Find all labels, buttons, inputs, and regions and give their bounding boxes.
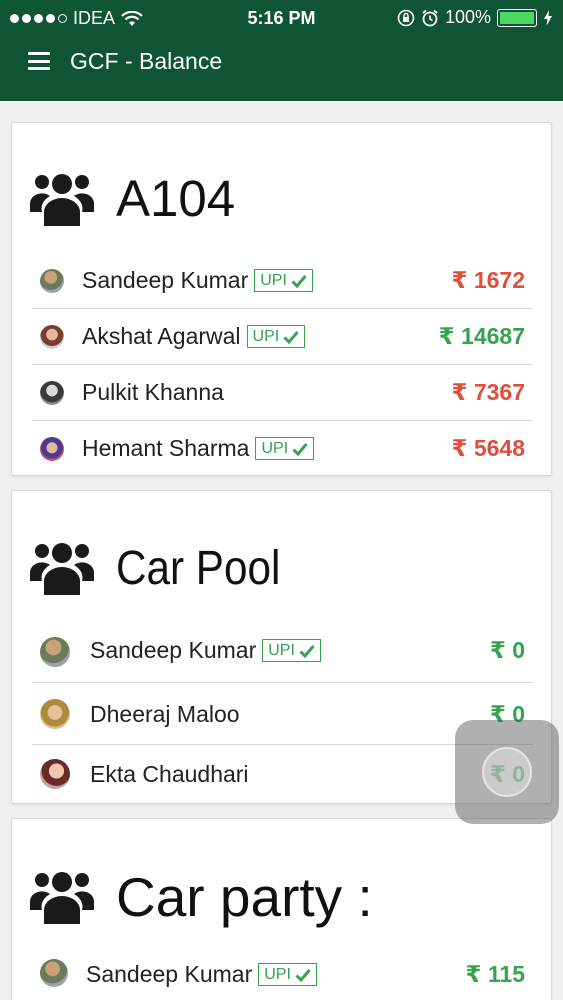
member-row[interactable]: Hemant Sharma UPI ₹ 5648 [32, 421, 533, 477]
balance-amount: ₹ 1672 [451, 267, 525, 293]
upi-verified-badge: UPI [258, 963, 317, 986]
group-title: A104 [116, 170, 236, 227]
group-people-icon [30, 543, 94, 595]
checkmark-icon [299, 645, 315, 658]
avatar [40, 381, 64, 405]
assistive-touch-button[interactable] [455, 720, 559, 824]
member-row[interactable]: Sandeep Kumar UPI ₹ 1672 [32, 253, 533, 309]
member-name: Akshat Agarwal [82, 323, 241, 349]
member-name: Ekta Chaudhari [90, 761, 249, 787]
checkmark-icon [283, 331, 299, 344]
checkmark-icon [292, 443, 308, 456]
group-card-car-party[interactable]: Car party : Sandeep Kumar UPI ₹ 115 [11, 818, 552, 1000]
balance-amount: ₹ 14687 [438, 323, 525, 349]
member-row[interactable]: Sandeep Kumar UPI ₹ 115 [32, 947, 533, 1000]
charging-icon [544, 9, 552, 26]
balance-amount: ₹ 5648 [451, 435, 525, 461]
group-people-icon [30, 173, 94, 226]
member-name: Hemant Sharma [82, 435, 250, 461]
balance-amount: ₹ 115 [465, 961, 526, 987]
upi-verified-badge: UPI [246, 325, 306, 348]
group-title: Car Pool [116, 541, 281, 595]
member-name: Sandeep Kumar [86, 961, 253, 987]
status-bar: IDEA 5:16 PM 100% [0, 0, 563, 36]
checkmark-icon [291, 275, 307, 288]
member-row[interactable]: Sandeep Kumar UPI ₹ 0 [32, 621, 533, 683]
battery-percentage: 100% [444, 7, 491, 27]
balance-amount: ₹ 7367 [451, 379, 525, 405]
alarm-icon [422, 9, 438, 26]
group-title: Car party : [116, 866, 373, 928]
member-name: Sandeep Kumar [82, 267, 249, 293]
group-card-a104[interactable]: A104 Sandeep Kumar UPI ₹ 1672 Akshat Aga… [11, 122, 552, 476]
avatar [40, 325, 64, 349]
member-row[interactable]: Pulkit Khanna ₹ 7367 [32, 365, 533, 421]
avatar [40, 269, 64, 293]
member-name: Sandeep Kumar [90, 637, 257, 663]
upi-verified-badge: UPI [262, 639, 321, 662]
app-bar: GCF - Balance [0, 36, 563, 101]
avatar [40, 959, 68, 987]
member-name: Pulkit Khanna [82, 379, 224, 405]
upi-verified-badge: UPI [255, 437, 315, 460]
balance-amount: ₹ 0 [489, 637, 525, 663]
assistive-touch-icon [482, 747, 532, 797]
upi-verified-badge: UPI [254, 269, 313, 292]
member-row[interactable]: Akshat Agarwal UPI ₹ 14687 [32, 309, 533, 365]
rotation-lock-icon [397, 9, 415, 26]
group-people-icon [30, 872, 94, 924]
page-title: GCF - Balance [70, 48, 223, 74]
battery-icon [497, 8, 537, 27]
checkmark-icon [295, 969, 311, 982]
member-name: Dheeraj Maloo [90, 701, 240, 727]
avatar [40, 699, 70, 729]
hamburger-menu-icon[interactable] [28, 52, 50, 70]
avatar [40, 759, 70, 789]
avatar [40, 437, 64, 461]
avatar [40, 637, 70, 667]
